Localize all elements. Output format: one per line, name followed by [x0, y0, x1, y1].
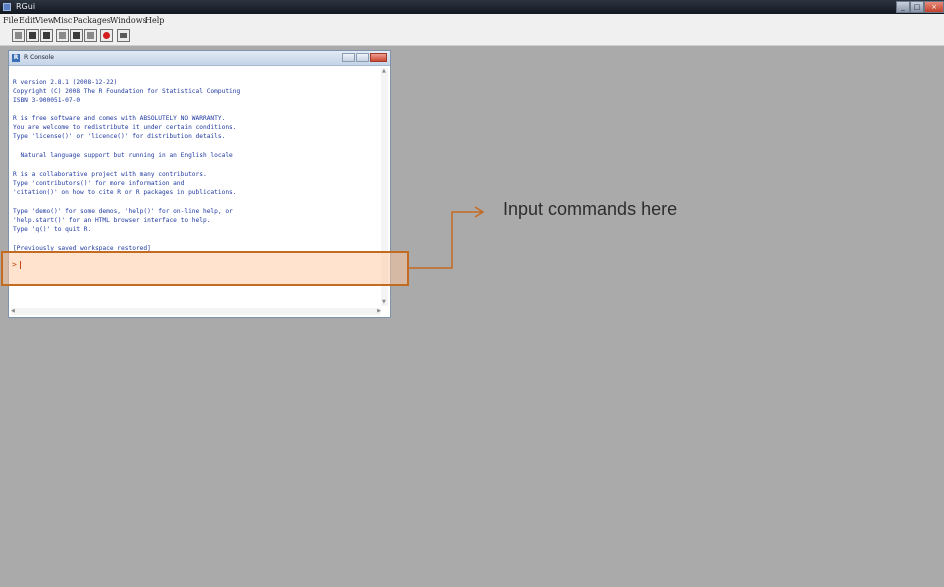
- scroll-up-icon[interactable]: ▲: [382, 68, 386, 75]
- console-minimize-button[interactable]: [342, 53, 355, 62]
- menu-misc[interactable]: Misc: [53, 16, 72, 25]
- stop-icon[interactable]: [100, 29, 113, 42]
- console-line: Natural language support but running in …: [13, 152, 233, 159]
- window-controls: _ □ ×: [896, 0, 944, 14]
- minimize-button[interactable]: _: [896, 1, 910, 13]
- menu-packages[interactable]: Packages: [73, 16, 111, 25]
- menu-view[interactable]: View: [35, 16, 55, 25]
- scroll-right-icon[interactable]: ▶: [377, 308, 381, 315]
- console-line: Type 'q()' to quit R.: [13, 226, 92, 233]
- copy-icon[interactable]: [56, 29, 69, 42]
- input-highlight-box: [1, 251, 409, 286]
- app-title: RGui: [16, 2, 36, 11]
- close-button[interactable]: ×: [924, 1, 944, 13]
- menu-file[interactable]: File: [3, 16, 18, 25]
- menu-bar: File Edit View Misc Packages Windows Hel…: [0, 14, 944, 28]
- r-logo-icon: R: [12, 54, 20, 62]
- scroll-down-icon[interactable]: ▼: [382, 299, 386, 306]
- scroll-left-icon[interactable]: ◀: [11, 308, 15, 315]
- prompt-symbol: >: [12, 260, 17, 269]
- console-horizontal-scrollbar[interactable]: ◀ ▶: [11, 308, 381, 315]
- menu-edit[interactable]: Edit: [19, 16, 36, 25]
- console-title-bar: R R Console: [9, 51, 390, 66]
- menu-windows[interactable]: Windows: [110, 16, 147, 25]
- paste-icon[interactable]: [70, 29, 83, 42]
- console-line: 'citation()' on how to cite R or R packa…: [13, 189, 237, 196]
- maximize-button[interactable]: □: [910, 1, 924, 13]
- console-line: Type 'license()' or 'licence()' for dist…: [13, 133, 226, 140]
- console-line: ISBN 3-900051-07-0: [13, 97, 81, 104]
- print-icon[interactable]: [117, 29, 130, 42]
- console-maximize-button[interactable]: [356, 53, 369, 62]
- copy-paste-icon[interactable]: [84, 29, 97, 42]
- text-cursor: [19, 260, 21, 269]
- open-script-icon[interactable]: [12, 29, 25, 42]
- save-workspace-icon[interactable]: [40, 29, 53, 42]
- menu-help[interactable]: Help: [145, 16, 164, 25]
- command-prompt[interactable]: >: [12, 260, 21, 269]
- toolbar: [0, 28, 944, 46]
- app-title-bar: RGui _ □ ×: [0, 0, 944, 14]
- r-app-icon: [3, 3, 11, 11]
- console-close-button[interactable]: [370, 53, 387, 62]
- annotation-label: Input commands here: [503, 199, 678, 219]
- console-title: R Console: [24, 54, 54, 61]
- load-workspace-icon[interactable]: [26, 29, 39, 42]
